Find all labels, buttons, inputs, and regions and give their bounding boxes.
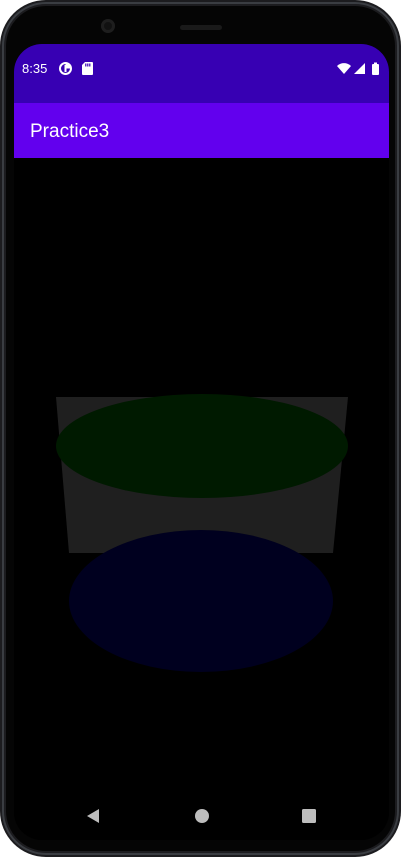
screen: 8:35 Practice3 xyxy=(14,44,389,840)
wifi-icon xyxy=(337,63,351,74)
battery-icon xyxy=(372,62,379,75)
front-camera xyxy=(101,19,115,33)
sd-card-icon xyxy=(82,62,93,80)
recents-icon[interactable] xyxy=(301,808,317,829)
render-canvas[interactable] xyxy=(14,158,389,796)
status-time: 8:35 xyxy=(22,61,48,76)
navigation-bar xyxy=(14,796,389,840)
app-bar: Practice3 xyxy=(14,103,389,158)
status-right-icons xyxy=(337,62,381,80)
earpiece-speaker xyxy=(180,25,222,30)
cylinder-top-face xyxy=(56,394,348,498)
home-icon[interactable] xyxy=(194,808,210,829)
back-icon[interactable] xyxy=(86,808,100,829)
cell-signal-icon xyxy=(354,63,365,74)
status-bar: 8:35 xyxy=(14,44,389,103)
cylinder-scene xyxy=(56,394,348,672)
app-title: Practice3 xyxy=(30,121,110,142)
data-saver-icon xyxy=(59,62,72,80)
cylinder-bottom-face xyxy=(69,530,333,672)
device-frame: 8:35 Practice3 xyxy=(0,0,401,857)
